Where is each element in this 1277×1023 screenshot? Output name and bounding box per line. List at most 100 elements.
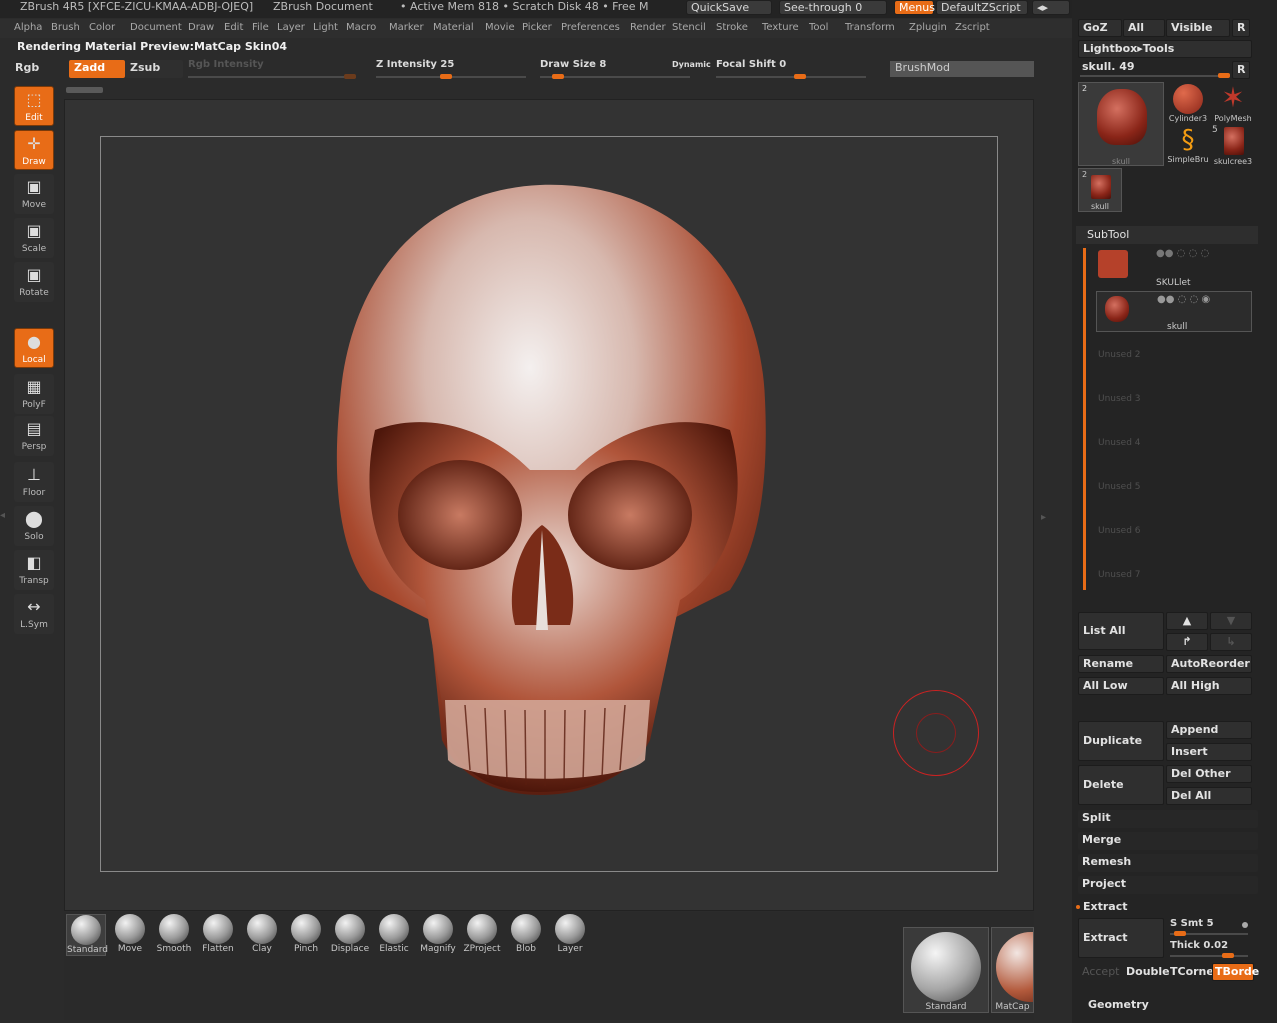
- menus-button[interactable]: Menus: [894, 0, 935, 15]
- tray-handle[interactable]: [66, 87, 103, 93]
- lightbox-tools-button[interactable]: Lightbox▸Tools: [1078, 40, 1252, 58]
- transp-button[interactable]: ◧ Transp: [14, 550, 54, 590]
- double-toggle[interactable]: Double: [1126, 965, 1170, 978]
- z-intensity-slider[interactable]: Z Intensity 25: [376, 59, 526, 79]
- local-button[interactable]: ● Local: [14, 328, 54, 368]
- thickness-slider[interactable]: Thick 0.02: [1170, 940, 1254, 958]
- split-section[interactable]: Split: [1078, 810, 1258, 828]
- persp-button[interactable]: ▤ Persp: [14, 416, 54, 456]
- menu-layer[interactable]: Layer: [277, 22, 305, 33]
- menu-stroke[interactable]: Stroke: [716, 22, 748, 33]
- brush-move[interactable]: Move: [110, 914, 150, 954]
- menu-tool[interactable]: Tool: [809, 22, 828, 33]
- goz-button[interactable]: GoZ: [1078, 19, 1122, 37]
- menu-marker[interactable]: Marker: [389, 22, 424, 33]
- tool-thumb-polymesh[interactable]: ✶ PolyMesh: [1210, 82, 1256, 124]
- accept-button[interactable]: Accept: [1082, 965, 1120, 978]
- quicksave-button[interactable]: QuickSave: [686, 0, 772, 15]
- rgb-intensity-slider[interactable]: Rgb Intensity: [188, 59, 360, 79]
- geometry-section-header[interactable]: Geometry: [1088, 998, 1149, 1011]
- polyf-button[interactable]: ▦ PolyF: [14, 374, 54, 414]
- append-button[interactable]: Append: [1166, 721, 1252, 739]
- project-section[interactable]: Project: [1078, 876, 1258, 894]
- current-brush-button[interactable]: Standard: [903, 927, 989, 1013]
- brush-layer[interactable]: Layer: [550, 914, 590, 954]
- tool-thumb-simplebrush[interactable]: § SimpleBru: [1166, 125, 1210, 167]
- focal-shift-slider[interactable]: Focal Shift 0: [716, 59, 876, 79]
- menu-color[interactable]: Color: [89, 22, 115, 33]
- floor-button[interactable]: ⊥ Floor: [14, 462, 54, 502]
- list-all-button[interactable]: List All: [1078, 612, 1164, 650]
- all-low-button[interactable]: All Low: [1078, 677, 1164, 695]
- extract-button[interactable]: Extract: [1078, 918, 1164, 958]
- rename-button[interactable]: Rename: [1078, 655, 1164, 673]
- zsub-button[interactable]: Zsub: [125, 60, 183, 78]
- brush-zproject[interactable]: ZProject: [462, 914, 502, 954]
- scale-button[interactable]: ▣ Scale: [14, 218, 54, 258]
- menu-material[interactable]: Material: [433, 22, 474, 33]
- brush-standard[interactable]: Standard: [66, 914, 108, 956]
- tool-slider-knob[interactable]: [1218, 73, 1230, 78]
- tool-thumb-cylinder[interactable]: Cylinder3: [1166, 82, 1210, 124]
- menu-texture[interactable]: Texture: [762, 22, 799, 33]
- goz-visible-button[interactable]: Visible: [1166, 19, 1230, 37]
- menu-edit[interactable]: Edit: [224, 22, 243, 33]
- skull-model[interactable]: [330, 180, 775, 800]
- current-material-button[interactable]: MatCap: [991, 927, 1034, 1013]
- tool-thumb-skull[interactable]: 2 skull: [1078, 82, 1164, 166]
- goz-r-button[interactable]: R: [1232, 19, 1250, 37]
- goz-all-button[interactable]: All: [1123, 19, 1165, 37]
- tcorne-toggle[interactable]: TCorne: [1170, 965, 1214, 978]
- rotate-button[interactable]: ▣ Rotate: [14, 262, 54, 302]
- del-all-button[interactable]: Del All: [1166, 787, 1252, 805]
- rgb-button[interactable]: Rgb: [10, 60, 66, 78]
- tool-slider-track[interactable]: [1080, 75, 1230, 77]
- delete-button[interactable]: Delete: [1078, 765, 1164, 805]
- remesh-section[interactable]: Remesh: [1078, 854, 1258, 872]
- brush-elastic[interactable]: Elastic: [374, 914, 414, 954]
- subtool-eye-icon[interactable]: ●● ◌ ◌ ◉: [1157, 294, 1210, 305]
- duplicate-button[interactable]: Duplicate: [1078, 721, 1164, 761]
- subtool-item-skullet[interactable]: SKULlet ●● ◌ ◌ ◌: [1096, 246, 1252, 288]
- move-down-button[interactable]: ▼: [1210, 612, 1252, 630]
- subtool-item-skull[interactable]: skull ●● ◌ ◌ ◉: [1096, 291, 1252, 332]
- brushmod-slider[interactable]: BrushMod: [890, 61, 1034, 77]
- menu-preferences[interactable]: Preferences: [561, 22, 620, 33]
- move-return-button[interactable]: ↳: [1210, 633, 1252, 651]
- menu-document[interactable]: Document: [130, 22, 182, 33]
- tool-thumb-skull-small[interactable]: 2 skull: [1078, 168, 1122, 212]
- menu-alpha[interactable]: Alpha: [14, 22, 42, 33]
- default-zscript-button[interactable]: DefaultZScript: [936, 0, 1028, 15]
- menu-movie[interactable]: Movie: [485, 22, 515, 33]
- menu-macro[interactable]: Macro: [346, 22, 376, 33]
- menu-transform[interactable]: Transform: [845, 22, 895, 33]
- tool-r-button[interactable]: R: [1232, 61, 1250, 79]
- menu-stencil[interactable]: Stencil: [672, 22, 706, 33]
- menu-render[interactable]: Render: [630, 22, 666, 33]
- draw-size-slider[interactable]: Draw Size 8 Dynamic: [540, 59, 711, 79]
- tborde-toggle[interactable]: TBorde: [1212, 963, 1259, 981]
- menu-brush[interactable]: Brush: [51, 22, 80, 33]
- extract-section-header[interactable]: Extract: [1083, 900, 1128, 913]
- merge-section[interactable]: Merge: [1078, 832, 1258, 850]
- smooth-toggle-icon[interactable]: [1242, 922, 1248, 928]
- edit-button[interactable]: ⬚ Edit: [14, 86, 54, 126]
- dynamic-label[interactable]: Dynamic: [672, 60, 711, 69]
- solo-button[interactable]: ⬤ Solo: [14, 506, 54, 546]
- tool-thumb-skulcree[interactable]: 5 skulcree3: [1210, 125, 1256, 167]
- brush-flatten[interactable]: Flatten: [198, 914, 238, 954]
- see-through-slider[interactable]: See-through 0: [779, 0, 887, 15]
- autoreorder-button[interactable]: AutoReorder: [1166, 655, 1252, 673]
- menu-zscript[interactable]: Zscript: [955, 22, 990, 33]
- window-arrows-icon[interactable]: ◂▸: [1032, 0, 1070, 15]
- move-button[interactable]: ▣ Move: [14, 174, 54, 214]
- menu-picker[interactable]: Picker: [522, 22, 552, 33]
- menu-light[interactable]: Light: [313, 22, 338, 33]
- brush-smooth[interactable]: Smooth: [154, 914, 194, 954]
- right-tray-toggle-icon[interactable]: ▸: [1041, 512, 1047, 532]
- menu-file[interactable]: File: [252, 22, 269, 33]
- brush-displace[interactable]: Displace: [330, 914, 370, 954]
- menu-zplugin[interactable]: Zplugin: [909, 22, 947, 33]
- del-other-button[interactable]: Del Other: [1166, 765, 1252, 783]
- move-up-button[interactable]: ▲: [1166, 612, 1208, 630]
